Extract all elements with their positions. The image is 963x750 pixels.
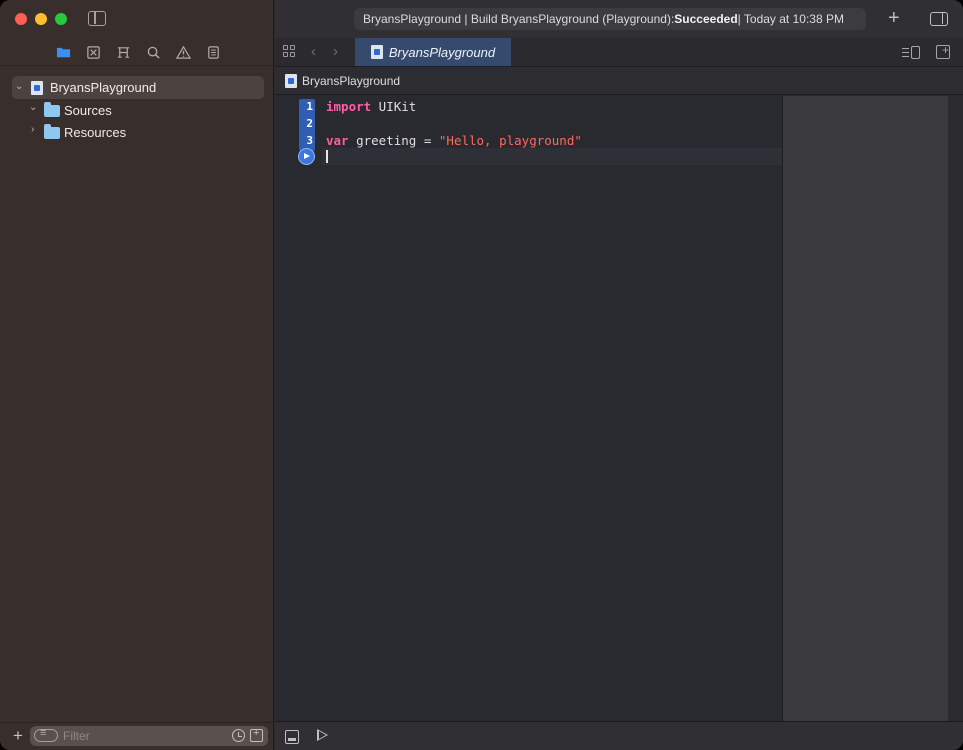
report-navigator-tab[interactable] — [205, 44, 221, 60]
source-control-icon — [86, 45, 100, 59]
tree-item-resources[interactable]: › Resources — [0, 121, 274, 143]
library-button[interactable]: + — [888, 7, 900, 29]
debug-bar — [275, 721, 963, 750]
results-sidebar — [782, 96, 948, 721]
filter-placeholder: Filter — [63, 729, 90, 743]
editor-tab[interactable]: BryansPlayground — [355, 38, 511, 66]
tree-item-label: Sources — [64, 103, 112, 118]
editor-options-icon[interactable] — [902, 46, 920, 59]
play-icon[interactable] — [317, 729, 328, 741]
jump-bar-item[interactable]: BryansPlayground — [302, 74, 400, 88]
source-control-filter-icon[interactable] — [250, 727, 263, 742]
source-control-navigator-tab[interactable] — [85, 44, 101, 60]
playground-file-icon — [285, 74, 297, 88]
sidebar-toggle-icon[interactable] — [88, 11, 106, 26]
chevron-down-icon[interactable]: ⌄ — [29, 103, 39, 113]
activity-timestamp: | Today at 10:38 PM — [737, 12, 844, 26]
zoom-window-button[interactable] — [55, 13, 67, 25]
filter-options-icon[interactable] — [34, 727, 58, 742]
minimize-window-button[interactable] — [35, 13, 47, 25]
folder-icon — [44, 102, 60, 117]
activity-prefix: BryansPlayground | Build BryansPlaygroun… — [363, 12, 675, 26]
line-number: 3 — [306, 134, 313, 147]
navigator-sidebar: ⌄ BryansPlayground ⌄ Sources › Resources… — [0, 0, 274, 750]
forward-button[interactable]: › — [333, 43, 338, 60]
close-window-button[interactable] — [15, 13, 27, 25]
recent-files-icon[interactable] — [232, 729, 245, 742]
editor-tab-bar: ‹ › BryansPlayground — [275, 38, 963, 67]
code-line-1[interactable]: import UIKit — [326, 99, 416, 114]
issue-navigator-tab[interactable] — [175, 44, 191, 60]
xcode-window: ⌄ BryansPlayground ⌄ Sources › Resources… — [0, 0, 963, 750]
folder-icon — [56, 47, 70, 57]
tree-item-playground[interactable]: ⌄ BryansPlayground — [0, 76, 274, 99]
jump-bar: BryansPlayground — [275, 67, 963, 95]
tab-label: BryansPlayground — [388, 44, 496, 60]
add-editor-icon[interactable] — [936, 43, 950, 59]
playground-file-icon — [31, 81, 43, 95]
window-toolbar: BryansPlayground | Build BryansPlaygroun… — [275, 0, 963, 38]
symbol-icon — [117, 46, 129, 58]
results-scroll-area[interactable] — [948, 96, 963, 721]
source-editor[interactable]: 1 2 3 import UIKit var greeting = "Hello… — [275, 96, 782, 721]
folder-icon — [44, 124, 60, 139]
current-line-highlight — [321, 148, 782, 165]
run-to-line-button[interactable] — [298, 148, 315, 165]
add-file-button[interactable]: + — [13, 727, 23, 744]
related-items-icon[interactable] — [283, 45, 297, 59]
build-status: Succeeded — [674, 12, 738, 26]
find-icon — [147, 46, 160, 59]
chevron-right-icon[interactable]: › — [31, 125, 41, 135]
tree-item-label: Resources — [64, 125, 127, 140]
navigator-filter-bar: + Filter — [0, 722, 274, 750]
tree-item-label: BryansPlayground — [50, 80, 157, 95]
console-toggle-icon[interactable] — [285, 730, 299, 744]
issue-icon — [175, 45, 191, 59]
activity-view[interactable]: BryansPlayground | Build BryansPlaygroun… — [354, 8, 866, 30]
inspector-toggle-icon[interactable] — [930, 12, 948, 26]
report-icon — [207, 45, 219, 59]
chevron-down-icon[interactable]: ⌄ — [15, 82, 25, 92]
line-number: 2 — [306, 117, 313, 130]
text-cursor — [326, 150, 328, 163]
back-button[interactable]: ‹ — [311, 43, 316, 60]
navigator-tabs — [0, 38, 274, 66]
project-navigator-tab[interactable] — [55, 44, 71, 60]
symbol-navigator-tab[interactable] — [115, 44, 131, 60]
line-number: 1 — [306, 100, 313, 113]
code-line-3[interactable]: var greeting = "Hello, playground" — [326, 133, 582, 148]
tree-item-sources[interactable]: ⌄ Sources — [0, 99, 274, 121]
find-navigator-tab[interactable] — [145, 44, 161, 60]
filter-input[interactable]: Filter — [30, 726, 268, 746]
playground-file-icon — [370, 45, 383, 59]
